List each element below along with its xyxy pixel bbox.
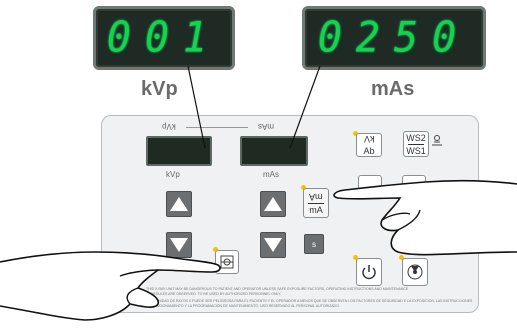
left-hand-illustration (0, 251, 221, 321)
right-hand-illustration (333, 179, 517, 256)
kvp-connector-line (187, 65, 206, 149)
mas-connector-line (289, 65, 321, 149)
illustration-overlay (0, 65, 517, 321)
